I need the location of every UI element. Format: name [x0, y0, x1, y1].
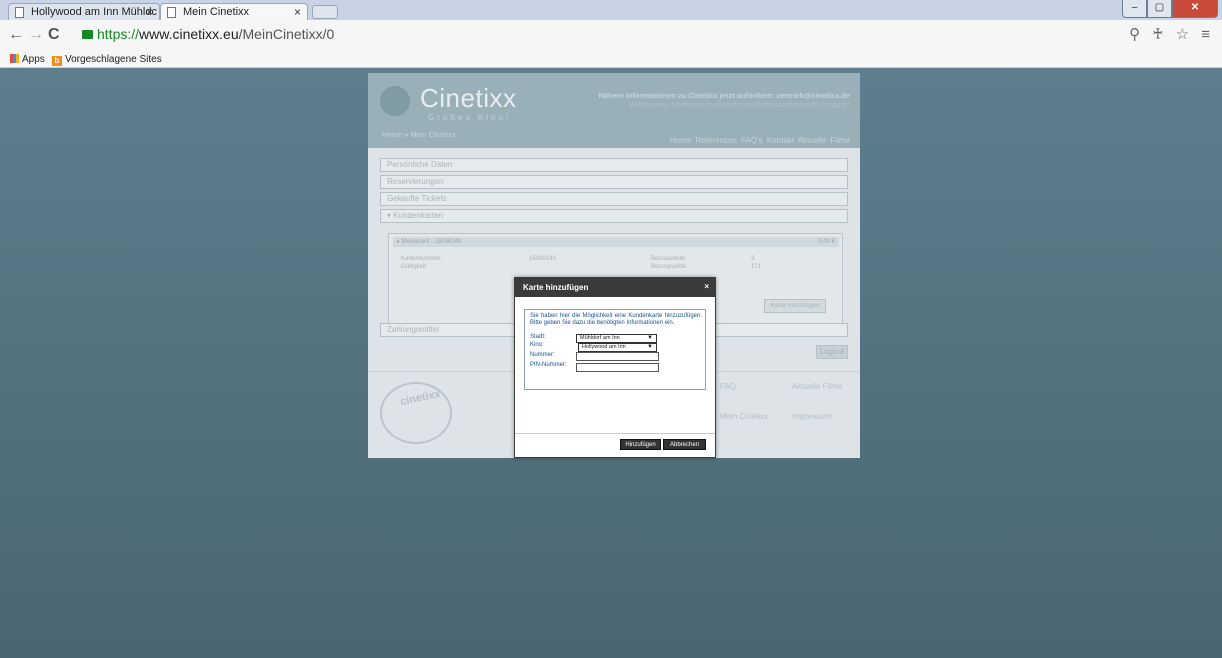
footer-logo-text: cinetixx: [399, 387, 442, 409]
cinema-label: Kino:: [530, 342, 544, 348]
footer-link-faq[interactable]: FAQ: [720, 382, 736, 391]
accordion-personal-data[interactable]: Persönliche Daten: [380, 158, 848, 172]
lock-icon: [82, 30, 93, 39]
pin-label: PIN-Nummer:: [530, 362, 567, 368]
site-logo[interactable]: Cinetixx: [420, 83, 516, 114]
close-icon[interactable]: ×: [294, 5, 301, 19]
bookmark-label: Vorgeschlagene Sites: [65, 54, 162, 65]
tab-label: Mein Cinetixx: [183, 6, 250, 18]
address-bar[interactable]: https://www.cinetixx.eu/MeinCinetixx/0: [82, 26, 334, 42]
accordion-reservations[interactable]: Reservierungen: [380, 175, 848, 189]
site-tagline: Großes Kino!: [428, 113, 512, 122]
cinema-select-value: Hollywood am Inn: [582, 344, 626, 350]
card-header-label: ▸ Moviecard - 15006143: [397, 239, 462, 245]
add-card-button[interactable]: Karte hinzufügen: [764, 299, 826, 313]
tab-mein-cinetixx[interactable]: Mein Cinetixx ×: [160, 3, 308, 20]
nav-home[interactable]: Home: [670, 136, 691, 145]
card-number-label: Kartennummer: [401, 256, 441, 262]
dropdown-arrow-icon: ▼: [647, 335, 653, 341]
bookmark-apps[interactable]: Apps: [10, 54, 45, 65]
add-button[interactable]: Hinzufügen: [620, 439, 661, 450]
card-amount: 0,00 €: [818, 239, 835, 245]
reload-button[interactable]: C: [48, 26, 60, 44]
nav-kontakt[interactable]: Kontakt: [767, 136, 794, 145]
nav-aktuelle-filme[interactable]: Aktuelle Filme: [798, 136, 850, 145]
forward-button[interactable]: →: [28, 26, 44, 44]
pin-input[interactable]: [576, 363, 659, 372]
breadcrumb[interactable]: Home » Mein Cinetixx: [382, 130, 455, 139]
card-bonus-value: 3: [751, 256, 755, 262]
back-button[interactable]: ←: [8, 26, 24, 44]
footer-link-mein-cinetixx[interactable]: Mein Cinetixx: [720, 412, 768, 421]
nav-referenzen[interactable]: Referenzen: [695, 136, 736, 145]
header-info: Nähere Informationen zu Cinetixx jetzt a…: [598, 91, 850, 100]
header-user-links[interactable]: Willkommen, Kinokasse.muehldorf.user@hol…: [629, 102, 850, 109]
dialog-title: Karte hinzufügen: [523, 283, 589, 292]
footer-link-aktuelle-filme[interactable]: Aktuelle Filme: [792, 382, 842, 391]
cinetixx-logo-icon: [380, 86, 410, 116]
minimize-button[interactable]: –: [1122, 0, 1147, 18]
maximize-button[interactable]: ▢: [1147, 0, 1172, 18]
card-points-value: 171: [751, 264, 762, 270]
close-icon[interactable]: ×: [146, 5, 153, 19]
site-topnav: Home Referenzen FAQ's Kontakt Aktuelle F…: [670, 136, 850, 145]
window-close-button[interactable]: ✕: [1172, 0, 1218, 18]
url-path: /MeinCinetixx/0: [238, 26, 335, 42]
card-number-value: 15006143: [529, 256, 556, 262]
accordion-customer-cards[interactable]: ▾ Kundenkarten: [380, 209, 848, 223]
dialog-description: Sie haben hier die Möglichkeit eine Kund…: [530, 313, 702, 326]
city-label: Stadt:: [530, 334, 546, 340]
card-bonus-label: Bonusanteile: [651, 256, 686, 262]
document-icon: [167, 7, 176, 18]
bing-icon: b: [52, 56, 62, 66]
url-host: www.cinetixx.eu: [139, 26, 239, 42]
city-select[interactable]: Mühldorf am Inn ▼: [576, 334, 657, 343]
add-card-dialog: Karte hinzufügen × Sie haben hier die Mö…: [514, 277, 716, 458]
dialog-title-bar: Karte hinzufügen: [515, 278, 715, 297]
tab-hollywood[interactable]: Hollywood am Inn Mühldc ×: [8, 3, 160, 20]
bookmarks-bar: Apps b Vorgeschlagene Sites: [0, 52, 1222, 68]
url-scheme: https://: [97, 26, 140, 42]
new-tab-button[interactable]: [312, 5, 338, 19]
card-validity-label: Gültigkeit: [401, 264, 427, 270]
dialog-close-icon[interactable]: ×: [704, 282, 709, 291]
document-icon: [15, 7, 24, 18]
card-points-label: Bonuspunkte: [651, 264, 687, 270]
accordion-purchased-tickets[interactable]: Gekaufte Tickets: [380, 192, 848, 206]
card-number-input[interactable]: [576, 352, 659, 361]
city-select-value: Mühldorf am Inn: [580, 335, 620, 341]
browser-tab-bar: Hollywood am Inn Mühldc × Mein Cinetixx …: [0, 0, 1222, 20]
apps-grid-icon: [10, 54, 19, 63]
card-header[interactable]: ▸ Moviecard - 15006143 0,00 €: [393, 237, 839, 247]
bookmark-suggested-sites[interactable]: b Vorgeschlagene Sites: [52, 54, 162, 66]
site-header: Cinetixx Großes Kino! Nähere Information…: [368, 73, 860, 148]
dialog-divider: [515, 433, 715, 434]
dropdown-arrow-icon: ▼: [647, 344, 653, 350]
tab-label: Hollywood am Inn Mühldc: [31, 6, 157, 18]
browser-toolbar: ← → C https://www.cinetixx.eu/MeinCineti…: [0, 20, 1222, 52]
cancel-button[interactable]: Abbrechen: [663, 439, 706, 450]
footer-link-impressum[interactable]: Impressum: [792, 412, 832, 421]
toolbar-right-icons[interactable]: ⚲ ♰ ☆ ≡: [1129, 25, 1214, 43]
cinema-select[interactable]: Hollywood am Inn ▼: [578, 343, 657, 352]
number-label: Nummer:: [530, 352, 555, 358]
logout-button[interactable]: Logout: [816, 345, 848, 359]
nav-faqs[interactable]: FAQ's: [741, 136, 763, 145]
bookmark-label: Apps: [22, 54, 45, 65]
dialog-form-box: Sie haben hier die Möglichkeit eine Kund…: [524, 309, 706, 390]
footer-logo: cinetixx: [380, 382, 452, 444]
